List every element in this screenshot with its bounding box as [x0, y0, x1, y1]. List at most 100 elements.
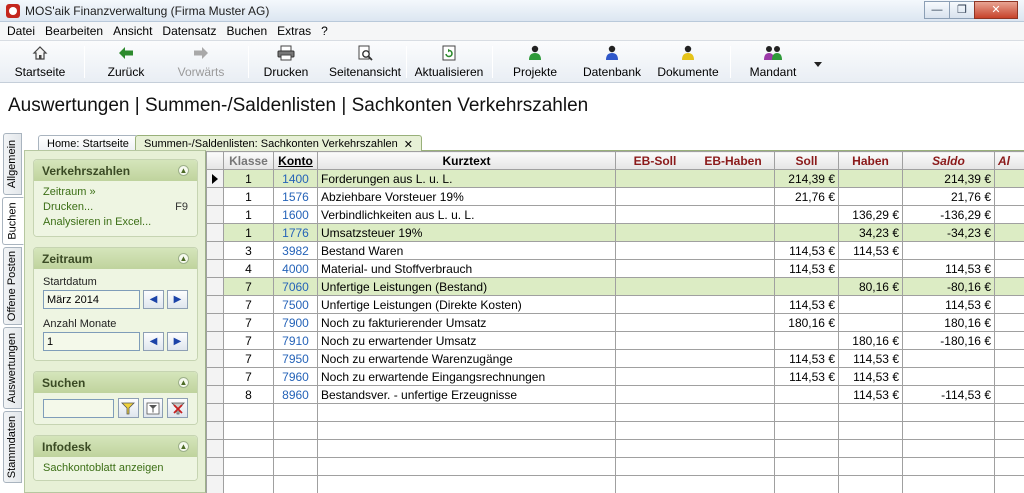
cell-haben: 114,53 €	[838, 349, 903, 368]
col-header-haben[interactable]: Haben	[838, 151, 903, 170]
table-row[interactable]: 1 1576 Abziehbare Vorsteuer 19% 21,76 € 21,7…	[206, 187, 1024, 206]
link-drucken[interactable]: Drucken... F9	[43, 200, 188, 215]
cell-kurztext: Unfertige Leistungen (Direkte Kosten)	[317, 295, 616, 314]
drucken-button[interactable]: Drucken	[262, 43, 310, 81]
table-row[interactable]	[206, 421, 1024, 440]
zurueck-button[interactable]: Zurück	[103, 43, 149, 81]
col-header-saldo[interactable]: Saldo	[902, 151, 995, 170]
tab-stammdaten[interactable]: Stammdaten	[3, 411, 22, 483]
link-sachkontoblatt[interactable]: Sachkontoblatt anzeigen	[43, 461, 188, 476]
next-month-button[interactable]: ▶	[167, 290, 188, 309]
table-row[interactable]: 7 7910 Noch zu erwartender Umsatz 180,16 € -…	[206, 331, 1024, 350]
section-header[interactable]: Zeitraum ▲	[34, 248, 197, 269]
app-icon	[6, 3, 20, 18]
projekte-button[interactable]: Projekte	[510, 43, 560, 81]
table-row[interactable]: 7 7900 Noch zu fakturierender Umsatz 180,16…	[206, 313, 1024, 332]
table-row[interactable]: 7 7500 Unfertige Leistungen (Direkte Koste…	[206, 295, 1024, 314]
startdatum-input[interactable]	[43, 290, 140, 309]
cell-klasse: 1	[223, 223, 274, 242]
clear-filter-icon[interactable]	[167, 398, 189, 418]
menu-bearbeiten[interactable]: Bearbeiten	[40, 24, 108, 38]
table-row[interactable]	[206, 475, 1024, 493]
collapse-icon[interactable]: ▲	[178, 253, 189, 264]
close-tab-icon[interactable]: ✕	[404, 138, 413, 151]
decrease-months-button[interactable]: ◀	[143, 332, 164, 351]
search-input[interactable]	[43, 398, 114, 418]
anzahl-monate-input[interactable]	[43, 332, 140, 351]
tab-auswertungen[interactable]: Auswertungen	[3, 327, 22, 409]
table-row[interactable]: 8 8960 Bestandsver. - unfertige Erzeugniss…	[206, 385, 1024, 404]
col-header-extra[interactable]: Al	[994, 151, 1024, 170]
cell-extra	[994, 187, 1024, 206]
maximize-button[interactable]: ❐	[949, 1, 975, 19]
menu-datei[interactable]: Datei	[2, 24, 40, 38]
link-excel[interactable]: Analysieren in Excel...	[43, 215, 188, 230]
cell-saldo: 114,53 €	[902, 295, 995, 314]
link-zeitraum[interactable]: Zeitraum »	[43, 185, 188, 200]
mandant-dropdown-button[interactable]	[812, 56, 824, 94]
cell-klasse: 8	[223, 385, 274, 404]
collapse-icon[interactable]: ▲	[178, 165, 189, 176]
section-infodesk: Infodesk ▲ Sachkontoblatt anzeigen	[33, 435, 198, 481]
toolbar-separator	[730, 46, 731, 78]
cell-soll: 214,39 €	[774, 169, 839, 188]
menu-extras[interactable]: Extras	[272, 24, 316, 38]
section-header[interactable]: Infodesk ▲	[34, 436, 197, 457]
aktualisieren-button[interactable]: Aktualisieren	[414, 43, 484, 81]
accounts-grid: Klasse Konto Kurztext EB-Soll EB-Haben So…	[206, 151, 1024, 493]
anzahl-monate-label: Anzahl Monate	[43, 318, 117, 330]
col-header-eb[interactable]: EB-Soll EB-Haben	[615, 151, 775, 170]
table-row[interactable]: 1 1600 Verbindlichkeiten aus L. u. L. 136,2…	[206, 205, 1024, 224]
cell-saldo	[902, 367, 995, 386]
cell-klasse	[223, 457, 274, 476]
collapse-icon[interactable]: ▲	[178, 441, 189, 452]
col-header-soll[interactable]: Soll	[774, 151, 839, 170]
cell-kurztext: Noch zu fakturierender Umsatz	[317, 313, 616, 332]
minimize-button[interactable]: —	[924, 1, 950, 19]
col-header-klasse[interactable]: Klasse	[223, 151, 274, 170]
tab-offene-posten[interactable]: Offene Posten	[3, 247, 22, 325]
table-row[interactable]: 7 7960 Noch zu erwartende Eingangsrechnung…	[206, 367, 1024, 386]
col-header-eb-soll: EB-Soll	[633, 153, 677, 168]
table-row[interactable]: 1 1776 Umsatzsteuer 19% 34,23 € -34,23 €	[206, 223, 1024, 242]
mandant-button[interactable]: Mandant	[746, 43, 800, 81]
filter-icon[interactable]	[118, 398, 139, 418]
cell-extra	[994, 277, 1024, 296]
startseite-button[interactable]: Startseite	[14, 43, 66, 81]
prev-month-button[interactable]: ◀	[143, 290, 164, 309]
cell-klasse	[223, 421, 274, 440]
table-row[interactable]	[206, 439, 1024, 458]
doc-tab-home[interactable]: Home: Startseite	[38, 135, 138, 151]
cell-konto: 7960	[273, 367, 318, 386]
section-header[interactable]: Suchen ▲	[34, 372, 197, 393]
increase-months-button[interactable]: ▶	[167, 332, 188, 351]
table-row[interactable]	[206, 457, 1024, 476]
table-row[interactable]: 7 7950 Noch zu erwartende Warenzugänge 114,…	[206, 349, 1024, 368]
cell-kurztext: Noch zu erwartende Warenzugänge	[317, 349, 616, 368]
filter-list-icon[interactable]	[142, 398, 164, 418]
datenbank-button[interactable]: Datenbank	[582, 43, 642, 81]
dokumente-button[interactable]: Dokumente	[656, 43, 720, 81]
table-row[interactable]: 1 1400 Forderungen aus L. u. L. 214,39 € 214…	[206, 169, 1024, 188]
seitenansicht-button[interactable]: Seitenansicht	[328, 43, 402, 81]
cell-soll	[774, 385, 839, 404]
close-button[interactable]: ✕	[974, 1, 1018, 19]
table-row[interactable]	[206, 403, 1024, 422]
vorwaerts-button[interactable]: Vorwärts	[172, 43, 230, 81]
cell-klasse: 7	[223, 295, 274, 314]
menu-ansicht[interactable]: Ansicht	[108, 24, 157, 38]
person-blue-icon	[605, 43, 619, 63]
table-row[interactable]: 3 3982 Bestand Waren 114,53 €114,53 €	[206, 241, 1024, 260]
section-header[interactable]: Verkehrszahlen ▲	[34, 160, 197, 181]
collapse-icon[interactable]: ▲	[178, 377, 189, 388]
menu-buchen[interactable]: Buchen	[221, 24, 272, 38]
menu-datensatz[interactable]: Datensatz	[157, 24, 221, 38]
col-header-konto[interactable]: Konto	[273, 151, 318, 170]
menu-help[interactable]: ?	[316, 24, 333, 38]
col-header-kurztext[interactable]: Kurztext	[317, 151, 616, 170]
cell-saldo	[902, 475, 995, 493]
table-row[interactable]: 4 4000 Material- und Stoffverbrauch 114,53 …	[206, 259, 1024, 278]
tab-buchen[interactable]: Buchen	[2, 197, 24, 245]
table-row[interactable]: 7 7060 Unfertige Leistungen (Bestand) 80,16…	[206, 277, 1024, 296]
tab-allgemein[interactable]: Allgemein	[3, 133, 22, 195]
